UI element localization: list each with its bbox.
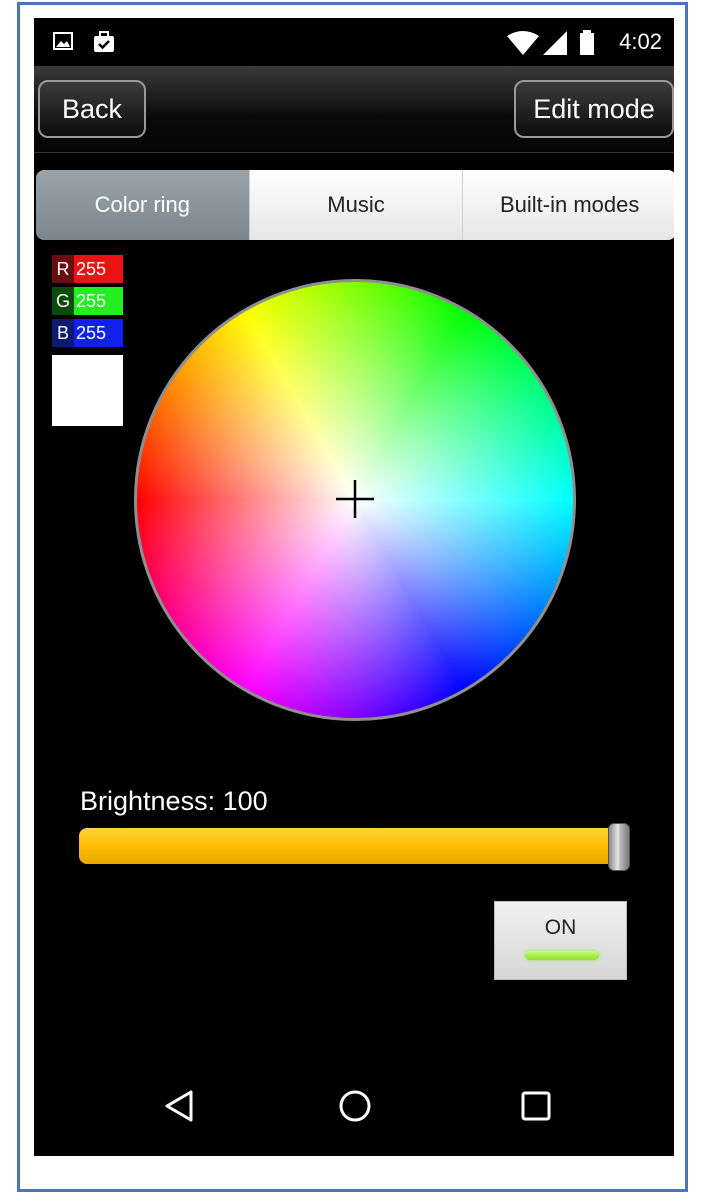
blue-value: 255	[74, 319, 123, 347]
green-letter: G	[52, 287, 74, 315]
battery-icon	[580, 30, 594, 55]
home-circle-icon[interactable]	[337, 1088, 373, 1124]
back-button[interactable]: Back	[38, 80, 146, 138]
red-readout: R 255	[52, 255, 123, 283]
tab-music[interactable]: Music	[248, 170, 463, 240]
color-swatch	[52, 355, 123, 426]
power-indicator-light	[525, 951, 599, 960]
wifi-icon	[507, 31, 539, 55]
brightness-slider-track[interactable]	[79, 828, 629, 864]
back-triangle-icon[interactable]	[162, 1088, 196, 1124]
crosshair-icon[interactable]	[334, 478, 376, 520]
blue-readout: B 255	[52, 319, 123, 347]
brightness-label: Brightness: 100	[80, 786, 268, 816]
green-value: 255	[74, 287, 123, 315]
cell-signal-icon	[543, 31, 567, 55]
briefcase-check-icon	[94, 31, 114, 52]
status-time: 4:02	[619, 29, 662, 54]
red-value: 255	[74, 255, 123, 283]
red-letter: R	[52, 255, 74, 283]
action-bar: Back Edit mode	[34, 66, 674, 153]
tab-built-in-modes[interactable]: Built-in modes	[462, 170, 674, 240]
phone-screen: 4:02 Back Edit mode Color ring Music Bui…	[34, 18, 674, 1156]
tab-color-ring[interactable]: Color ring	[36, 170, 249, 240]
power-toggle-label: ON	[544, 916, 577, 939]
image-icon	[53, 32, 73, 50]
status-bar: 4:02	[34, 18, 674, 66]
edit-mode-button[interactable]: Edit mode	[514, 80, 674, 138]
recents-square-icon[interactable]	[519, 1088, 553, 1124]
blue-letter: B	[52, 319, 74, 347]
brightness-slider-thumb[interactable]	[608, 823, 630, 871]
power-toggle-button[interactable]: ON	[494, 901, 627, 980]
mode-tabs: Color ring Music Built-in modes	[36, 170, 674, 240]
green-readout: G 255	[52, 287, 123, 315]
